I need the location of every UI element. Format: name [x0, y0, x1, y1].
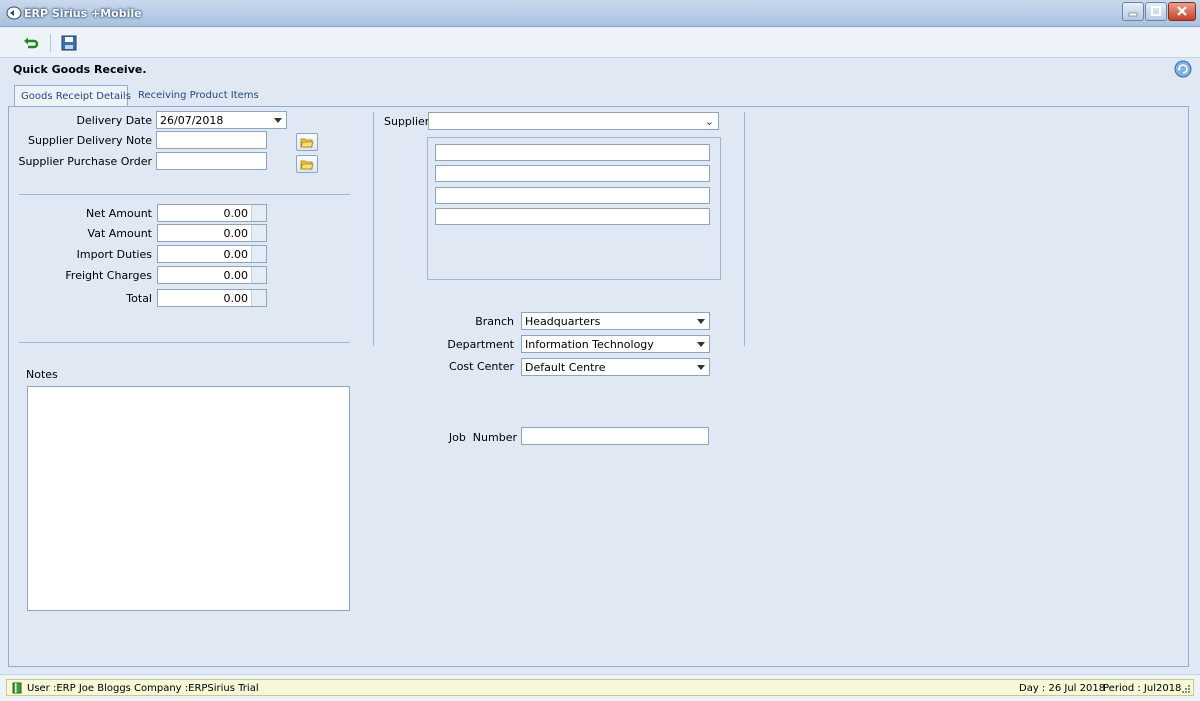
supplier-address-line-2[interactable]: [435, 165, 710, 182]
green-return-arrow-icon: [24, 37, 39, 49]
import-duties-value: 0.00: [223, 248, 249, 261]
delivery-date-value: 26/07/2018: [160, 114, 224, 127]
supplier-dropdown[interactable]: ⌄: [428, 112, 719, 130]
cost-center-dropdown[interactable]: Default Centre: [521, 358, 710, 376]
minimize-button[interactable]: [1122, 2, 1144, 21]
total-value: 0.00: [223, 292, 249, 305]
supplier-address-line-1[interactable]: [435, 144, 710, 161]
section-divider: [19, 342, 350, 343]
delivery-date-label: Delivery Date: [76, 114, 152, 127]
branch-label: Branch: [475, 315, 514, 328]
toolbar-separator: [50, 34, 51, 52]
status-bar-panel: User :ERP Joe Bloggs Company :ERPSirius …: [6, 679, 1194, 696]
title-bar: ERP Sirius +Mobile: [0, 0, 1200, 27]
status-bar: User :ERP Joe Bloggs Company :ERPSirius …: [0, 674, 1200, 701]
close-button[interactable]: [1168, 2, 1196, 21]
field-spin-icon: [251, 225, 266, 241]
vat-amount-input[interactable]: 0.00: [157, 224, 267, 242]
open-folder-icon: [300, 138, 314, 148]
supplier-address-line-3[interactable]: [435, 187, 710, 204]
field-spin-icon: [251, 267, 266, 283]
total-input[interactable]: 0.00: [157, 289, 267, 307]
supplier-delivery-note-input[interactable]: [156, 131, 267, 149]
supplier-delivery-note-label: Supplier Delivery Note: [27, 134, 152, 147]
field-spin-icon: [251, 246, 266, 262]
department-label: Department: [447, 338, 514, 351]
notes-label: Notes: [26, 368, 58, 381]
net-amount-input[interactable]: 0.00: [157, 204, 267, 222]
return-button[interactable]: [20, 33, 42, 53]
field-spin-icon: [251, 290, 266, 306]
book-icon: [12, 682, 22, 694]
resize-grip-icon[interactable]: [1181, 684, 1191, 694]
freight-charges-input[interactable]: 0.00: [157, 266, 267, 284]
status-period: Period : Jul2018: [1103, 683, 1182, 694]
column-divider: [373, 112, 374, 346]
field-spin-icon: [251, 205, 266, 221]
chevron-down-icon: ⌄: [704, 115, 714, 128]
supplier-address-line-4[interactable]: [435, 208, 710, 225]
department-value: Information Technology: [525, 338, 654, 351]
delivery-date-picker[interactable]: 26/07/2018: [156, 111, 287, 129]
branch-value: Headquarters: [525, 315, 601, 328]
save-button[interactable]: [58, 33, 80, 53]
supplier-label: Supplier: [384, 115, 430, 128]
job-number-input[interactable]: [521, 427, 709, 445]
column-divider: [744, 112, 745, 346]
tab-receiving-product-items[interactable]: Receiving Product Items: [132, 85, 265, 106]
close-icon: [1177, 6, 1187, 16]
net-amount-label: Net Amount: [85, 207, 152, 220]
freight-charges-value: 0.00: [223, 269, 249, 282]
status-user: User :ERP Joe Bloggs: [27, 683, 131, 694]
purchase-order-browse-button[interactable]: [296, 155, 318, 173]
maximize-icon: [1151, 6, 1161, 16]
net-amount-value: 0.00: [223, 207, 249, 220]
floppy-disk-icon: [61, 35, 77, 51]
vat-amount-label: Vat Amount: [87, 227, 152, 240]
maximize-button[interactable]: [1145, 2, 1167, 21]
cost-center-value: Default Centre: [525, 361, 606, 374]
delivery-note-browse-button[interactable]: [296, 133, 318, 151]
vat-amount-value: 0.00: [223, 227, 249, 240]
total-label: Total: [126, 292, 152, 305]
open-folder-icon: [300, 160, 314, 170]
status-day: Day : 26 Jul 2018: [1019, 683, 1106, 694]
import-duties-input[interactable]: 0.00: [157, 245, 267, 263]
section-divider: [19, 194, 350, 195]
cost-center-label: Cost Center: [449, 360, 514, 373]
page-title: Quick Goods Receive.: [13, 63, 147, 76]
chevron-down-icon: [697, 319, 705, 324]
chevron-down-icon: [274, 118, 282, 123]
notes-textarea[interactable]: [27, 386, 350, 611]
freight-charges-label: Freight Charges: [65, 269, 152, 282]
department-dropdown[interactable]: Information Technology: [521, 335, 710, 353]
minimize-icon: [1128, 12, 1138, 17]
supplier-purchase-order-input[interactable]: [156, 152, 267, 170]
status-company: Company :ERPSirius Trial: [134, 683, 259, 694]
window-title: ERP Sirius +Mobile: [24, 7, 142, 20]
chevron-down-icon: [697, 342, 705, 347]
supplier-purchase-order-label: Supplier Purchase Order: [18, 155, 152, 168]
app-logo-icon: [6, 6, 22, 20]
job-number-label: Job Number: [448, 431, 517, 444]
branch-dropdown[interactable]: Headquarters: [521, 312, 710, 330]
supplier-address-box: [427, 137, 721, 280]
refresh-help-icon[interactable]: [1174, 60, 1192, 78]
toolbar: [0, 28, 1200, 58]
tab-goods-receipt-details[interactable]: Goods Receipt Details: [14, 85, 131, 107]
chevron-down-icon: [697, 365, 705, 370]
import-duties-label: Import Duties: [76, 248, 152, 261]
